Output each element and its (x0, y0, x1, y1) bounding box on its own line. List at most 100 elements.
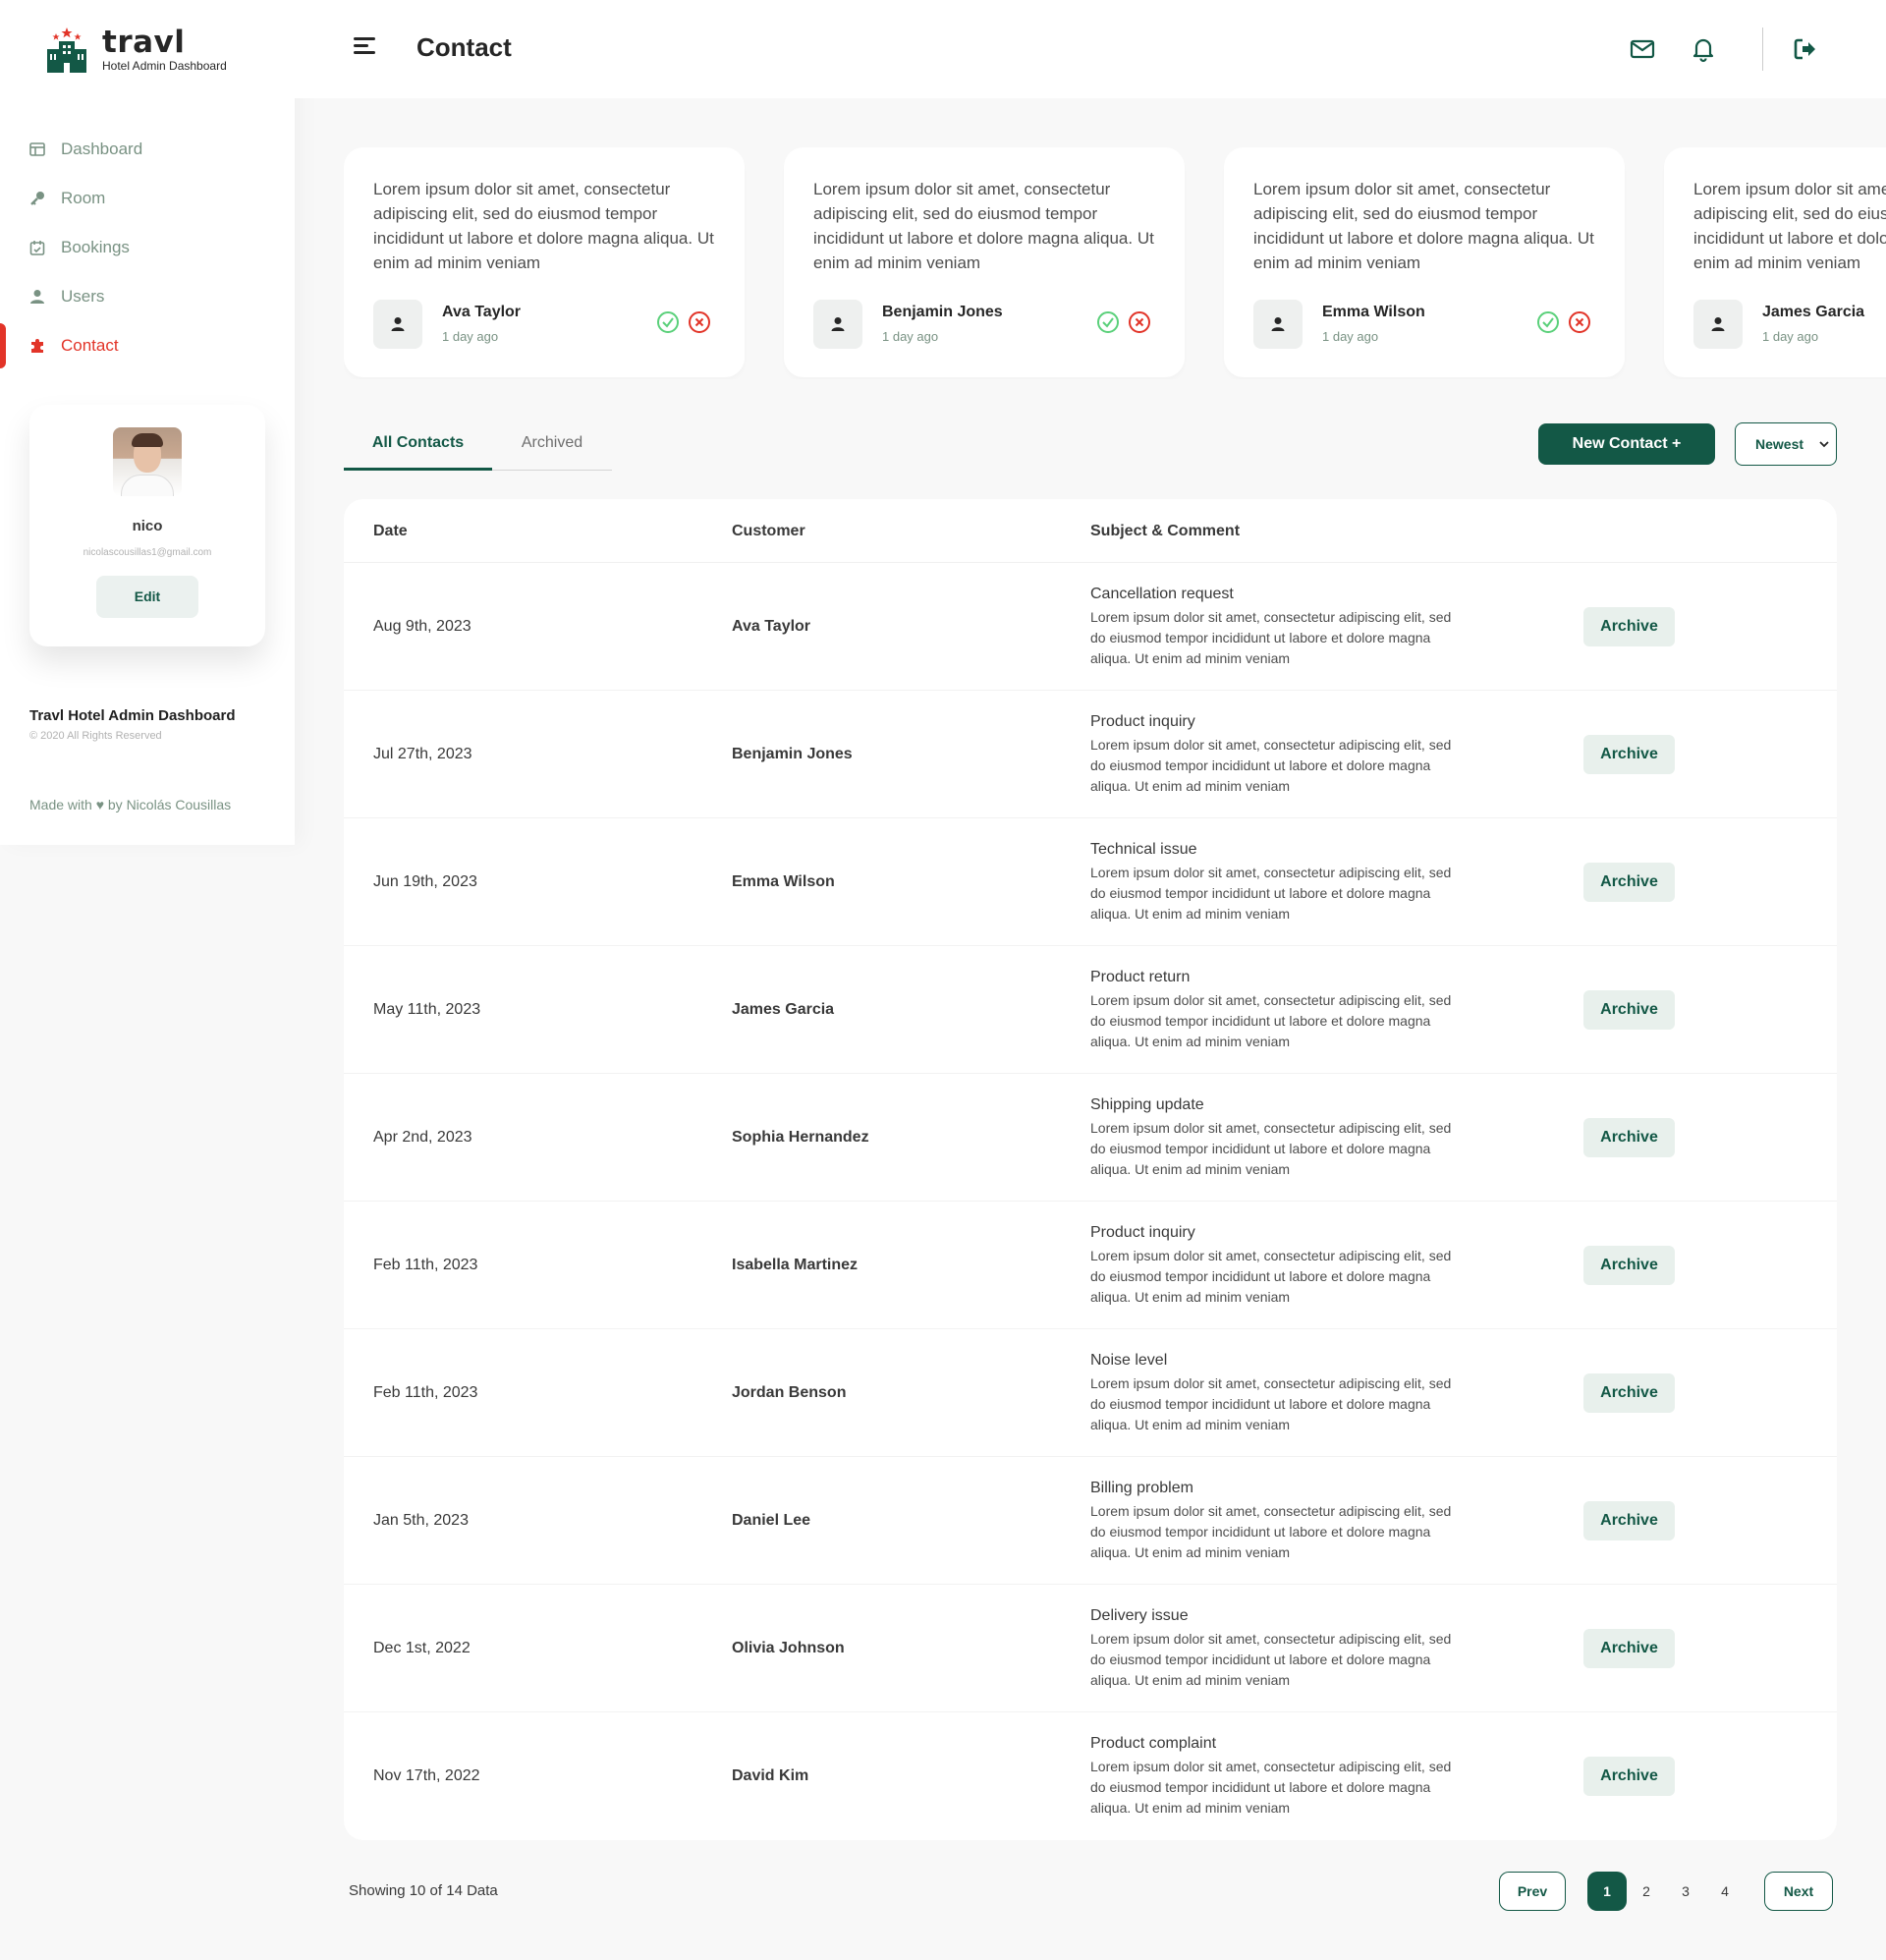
sidebar-item-label: Users (61, 287, 105, 306)
sidebar-item-room[interactable]: Room (0, 174, 295, 223)
logo[interactable]: travl Hotel Admin Dashboard (45, 26, 227, 73)
row-date: May 11th, 2023 (373, 1001, 481, 1018)
row-subject: Product inquiry (1090, 1224, 1195, 1241)
row-date: Feb 11th, 2023 (373, 1257, 478, 1273)
user-card: nico nicolascousillas1@gmail.com Edit (29, 405, 265, 646)
row-subject: Product inquiry (1090, 713, 1195, 730)
archive-button[interactable]: Archive (1583, 1373, 1675, 1413)
table-row[interactable]: May 11th, 2023 James Garcia Product retu… (344, 946, 1837, 1074)
review-card[interactable]: Lorem ipsum dolor sit amet, consectetur … (784, 147, 1185, 377)
approve-icon[interactable] (1096, 310, 1120, 334)
row-date: Aug 9th, 2023 (373, 618, 472, 635)
review-card[interactable]: Lorem ipsum dolor sit amet, consectetur … (344, 147, 745, 377)
sidebar-item-label: Dashboard (61, 140, 143, 158)
row-comment: Lorem ipsum dolor sit amet, consectetur … (1090, 1631, 1452, 1688)
mail-icon[interactable] (1629, 35, 1656, 63)
sidebar-nav: Dashboard Room Bookings Users Contact (0, 125, 295, 370)
row-customer: Isabella Martinez (732, 1257, 859, 1273)
prev-page-button[interactable]: Prev (1499, 1872, 1566, 1911)
table-row[interactable]: Jan 5th, 2023 Daniel Lee Billing problem… (344, 1457, 1837, 1585)
review-text: Lorem ipsum dolor sit amet, consectetur … (813, 180, 1154, 272)
page-button-3[interactable]: 3 (1666, 1872, 1705, 1911)
tab-archived[interactable]: Archived (492, 422, 612, 471)
sort-select-value: Newest (1755, 436, 1804, 452)
dashboard-icon (29, 141, 45, 157)
brand-subtitle: Hotel Admin Dashboard (102, 58, 227, 73)
column-header-date: Date (373, 523, 408, 539)
edit-profile-button[interactable]: Edit (96, 576, 198, 618)
sidebar-item-users[interactable]: Users (0, 272, 295, 321)
row-subject: Product return (1090, 969, 1191, 985)
next-page-button[interactable]: Next (1764, 1872, 1833, 1911)
row-customer: James Garcia (732, 1001, 835, 1018)
bell-icon[interactable] (1690, 35, 1717, 63)
reviewer-name: Benjamin Jones (882, 304, 1003, 320)
archive-button[interactable]: Archive (1583, 607, 1675, 646)
footer-credits: Made with ♥ by Nicolás Cousillas (29, 797, 232, 812)
reject-icon[interactable] (1568, 310, 1591, 334)
review-card[interactable]: Lorem ipsum dolor sit amet, consectetur … (1224, 147, 1625, 377)
reviewer-avatar-icon (373, 300, 422, 349)
table-row[interactable]: Nov 17th, 2022 David Kim Product complai… (344, 1712, 1837, 1840)
table-row[interactable]: Feb 11th, 2023 Jordan Benson Noise level… (344, 1329, 1837, 1457)
archive-button[interactable]: Archive (1583, 1629, 1675, 1668)
row-comment: Lorem ipsum dolor sit amet, consectetur … (1090, 1375, 1452, 1432)
row-comment: Lorem ipsum dolor sit amet, consectetur … (1090, 737, 1452, 794)
sidebar-item-contact[interactable]: Contact (0, 321, 295, 370)
reject-icon[interactable] (1128, 310, 1151, 334)
page-button-1[interactable]: 1 (1587, 1872, 1627, 1911)
approve-icon[interactable] (656, 310, 680, 334)
table-row[interactable]: Feb 11th, 2023 Isabella Martinez Product… (344, 1202, 1837, 1329)
table-row[interactable]: Dec 1st, 2022 Olivia Johnson Delivery is… (344, 1585, 1837, 1712)
review-card[interactable]: Lorem ipsum dolor sit amet, consectetur … (1664, 147, 1886, 377)
review-text: Lorem ipsum dolor sit amet, consectetur … (1253, 180, 1594, 272)
reviewer-avatar-icon (813, 300, 862, 349)
table-header: Date Customer Subject & Comment (344, 499, 1837, 563)
footer-copyright: © 2020 All Rights Reserved (29, 730, 162, 742)
contacts-table: Date Customer Subject & Comment Aug 9th,… (344, 499, 1837, 1840)
archive-button[interactable]: Archive (1583, 1118, 1675, 1157)
approve-icon[interactable] (1536, 310, 1560, 334)
table-row[interactable]: Apr 2nd, 2023 Sophia Hernandez Shipping … (344, 1074, 1837, 1202)
column-header-customer: Customer (732, 523, 805, 539)
contact-tabs: All Contacts Archived (344, 422, 612, 471)
table-row[interactable]: Jun 19th, 2023 Emma Wilson Technical iss… (344, 818, 1837, 946)
menu-toggle-icon[interactable] (354, 37, 375, 59)
sidebar-item-label: Bookings (61, 238, 130, 256)
archive-button[interactable]: Archive (1583, 1246, 1675, 1285)
archive-button[interactable]: Archive (1583, 1501, 1675, 1540)
archive-button[interactable]: Archive (1583, 990, 1675, 1030)
review-time: 1 day ago (1762, 329, 1819, 344)
reject-icon[interactable] (688, 310, 711, 334)
archive-button[interactable]: Archive (1583, 863, 1675, 902)
row-customer: Emma Wilson (732, 873, 835, 890)
user-name: nico (132, 518, 163, 534)
row-date: Feb 11th, 2023 (373, 1384, 478, 1401)
row-subject: Noise level (1090, 1352, 1168, 1369)
page-button-4[interactable]: 4 (1705, 1872, 1745, 1911)
page-button-2[interactable]: 2 (1627, 1872, 1666, 1911)
logout-icon[interactable] (1792, 35, 1819, 63)
sidebar-item-bookings[interactable]: Bookings (0, 223, 295, 272)
archive-button[interactable]: Archive (1583, 735, 1675, 774)
new-contact-button[interactable]: New Contact + (1538, 423, 1715, 465)
row-customer: Daniel Lee (732, 1512, 811, 1529)
table-row[interactable]: Jul 27th, 2023 Benjamin Jones Product in… (344, 691, 1837, 818)
sidebar-item-dashboard[interactable]: Dashboard (0, 125, 295, 174)
tab-all-contacts[interactable]: All Contacts (344, 422, 492, 471)
top-header: Contact (295, 0, 1886, 98)
reviewer-avatar-icon (1253, 300, 1303, 349)
table-row[interactable]: Aug 9th, 2023 Ava Taylor Cancellation re… (344, 563, 1837, 691)
user-email: nicolascousillas1@gmail.com (83, 547, 212, 558)
row-date: Jun 19th, 2023 (373, 873, 477, 890)
row-comment: Lorem ipsum dolor sit amet, consectetur … (1090, 1120, 1452, 1177)
reviewer-name: Ava Taylor (442, 304, 522, 320)
sort-select[interactable]: Newest (1735, 422, 1837, 466)
row-comment: Lorem ipsum dolor sit amet, consectetur … (1090, 992, 1452, 1049)
row-subject: Cancellation request (1090, 586, 1234, 602)
row-customer: Olivia Johnson (732, 1640, 845, 1656)
reviewer-name: James Garcia (1762, 304, 1865, 320)
archive-button[interactable]: Archive (1583, 1757, 1675, 1796)
key-icon (29, 191, 45, 206)
review-text: Lorem ipsum dolor sit amet, consectetur … (1693, 180, 1886, 272)
